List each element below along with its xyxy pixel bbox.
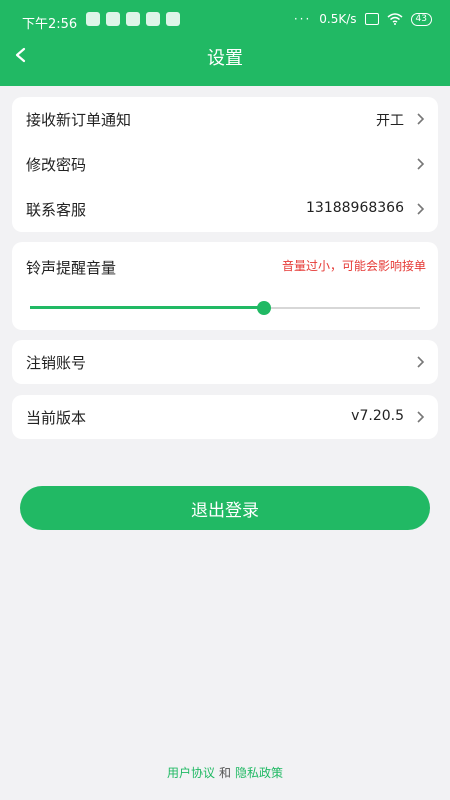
row-label: 注销账号 xyxy=(26,354,87,372)
no-sim-icon xyxy=(364,13,379,25)
user-agreement-link[interactable]: 用户协议 xyxy=(167,766,215,780)
row-value: 开工 xyxy=(376,113,404,129)
tiktok-icon xyxy=(126,12,140,26)
chevron-right-icon xyxy=(417,113,425,125)
android-icon xyxy=(86,12,100,26)
notification-icons xyxy=(86,12,180,26)
row-label: 修改密码 xyxy=(26,156,87,174)
app-notification-icon xyxy=(166,12,180,26)
status-right: ··· 0.5K/s 43 xyxy=(294,12,432,26)
row-current-version[interactable]: 当前版本 v7.20.5 xyxy=(12,395,438,439)
cancel-account-card: 注销账号 xyxy=(12,340,438,384)
privacy-policy-link[interactable]: 隐私政策 xyxy=(235,766,283,780)
network-speed: 0.5K/s xyxy=(319,12,357,26)
row-label: 联系客服 xyxy=(26,201,87,219)
volume-warning: 音量过小，可能会影响接单 xyxy=(281,259,426,273)
mail-icon xyxy=(106,12,120,26)
volume-slider[interactable] xyxy=(30,298,420,318)
row-label: 当前版本 xyxy=(26,409,87,427)
row-new-order-notification[interactable]: 接收新订单通知 开工 xyxy=(12,97,438,141)
chevron-right-icon xyxy=(417,356,425,368)
volume-card: 铃声提醒音量 音量过小，可能会影响接单 xyxy=(12,242,438,330)
top-bar: 下午2:56 ··· 0.5K/s 43 设置 xyxy=(0,0,450,86)
row-cancel-account[interactable]: 注销账号 xyxy=(12,340,438,384)
status-time: 下午2:56 xyxy=(22,17,78,32)
status-bar: 下午2:56 ··· 0.5K/s 43 xyxy=(0,0,450,40)
more-dots: ··· xyxy=(293,12,312,26)
battery-icon: 43 xyxy=(410,12,432,26)
slider-thumb[interactable] xyxy=(257,301,271,315)
footer-links: 用户协议和隐私政策 xyxy=(0,764,450,781)
footer-and: 和 xyxy=(218,766,231,780)
chevron-right-icon xyxy=(417,203,425,215)
app-notification-icon xyxy=(146,12,160,26)
slider-fill xyxy=(30,306,264,309)
version-value: v7.20.5 xyxy=(351,408,404,424)
volume-title: 铃声提醒音量 xyxy=(26,259,117,277)
wifi-icon xyxy=(387,13,403,25)
support-phone: 13188968366 xyxy=(306,200,404,216)
chevron-right-icon xyxy=(417,158,425,170)
logout-button[interactable]: 退出登录 xyxy=(20,486,430,530)
version-card: 当前版本 v7.20.5 xyxy=(12,395,438,439)
chevron-right-icon xyxy=(417,411,425,423)
settings-card: 接收新订单通知 开工 修改密码 联系客服 13188968366 xyxy=(12,97,438,232)
row-change-password[interactable]: 修改密码 xyxy=(12,142,438,186)
row-label: 接收新订单通知 xyxy=(26,111,132,129)
row-contact-support[interactable]: 联系客服 13188968366 xyxy=(12,187,438,231)
page-title: 设置 xyxy=(207,48,243,69)
